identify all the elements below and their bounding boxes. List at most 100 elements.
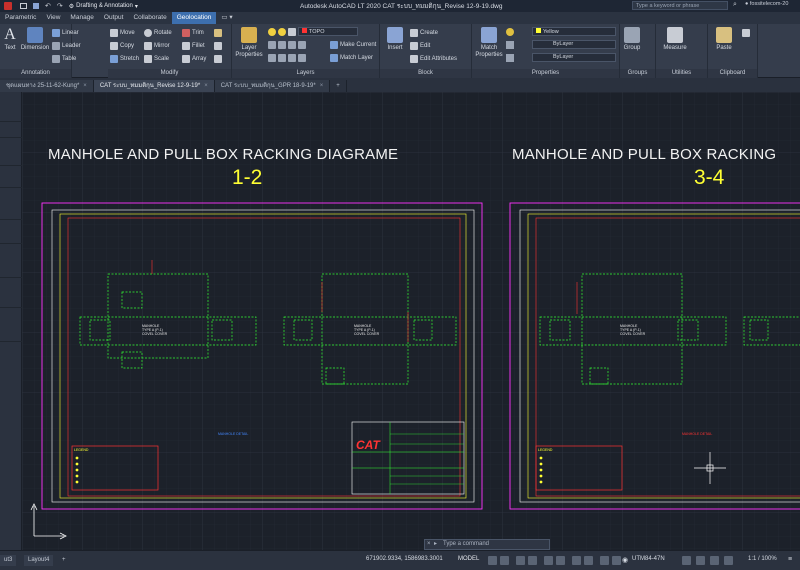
match-layer-button[interactable]: Match Layer [330, 54, 373, 62]
tab-output[interactable]: Output [99, 12, 129, 24]
layer-dropdown[interactable]: TOPO [298, 27, 358, 36]
erase-button[interactable] [214, 29, 222, 37]
create-block-button[interactable]: Create [410, 29, 438, 37]
layer-properties-button[interactable]: Layer Properties [234, 27, 264, 58]
paste-button[interactable]: Paste [712, 27, 736, 52]
command-line[interactable]: × ▸ Type a command [424, 539, 550, 550]
tab-geolocation[interactable]: Geolocation [171, 12, 217, 24]
edit-block-button[interactable]: Edit [410, 42, 430, 50]
palette-item[interactable] [0, 234, 22, 244]
annotation-scale-icon[interactable] [682, 556, 691, 565]
table-button[interactable]: Table [52, 55, 76, 63]
isodraft-toggle-icon[interactable] [544, 556, 553, 565]
isolate-objects-icon[interactable] [710, 556, 719, 565]
geolocation-icon[interactable]: ◉ [622, 556, 628, 564]
search-icon[interactable]: ⌕ [733, 1, 737, 9]
app-icon[interactable] [4, 2, 12, 10]
explode-button[interactable] [214, 42, 222, 50]
coordinates-readout[interactable]: 671902.9334, 1586983.3001 [366, 556, 443, 562]
palette-item[interactable] [0, 332, 22, 342]
command-close-icon[interactable]: × [427, 540, 431, 549]
hardware-acceleration-icon[interactable] [724, 556, 733, 565]
tab-view[interactable]: View [41, 12, 65, 24]
quick-access-open-icon[interactable] [20, 3, 27, 9]
osnap-toggle-icon[interactable] [556, 556, 565, 565]
modify-panel-label[interactable]: Modify [108, 69, 231, 78]
user-account[interactable]: ● fossitelecom-20 [745, 1, 788, 7]
tab-parametric[interactable]: Parametric [0, 12, 41, 24]
palette-item[interactable] [0, 268, 22, 278]
copy-button[interactable]: Copy [110, 42, 134, 50]
layer-state-icons[interactable] [268, 28, 296, 36]
model-space-button[interactable]: MODEL [458, 556, 479, 562]
groups-panel-label[interactable]: Groups [620, 69, 655, 78]
offset-button[interactable] [214, 55, 222, 63]
edit-attributes-button[interactable]: Edit Attributes [410, 55, 457, 63]
clipboard-panel-label[interactable]: Clipboard [708, 69, 757, 78]
make-current-button[interactable]: Make Current [330, 41, 376, 49]
layer-tools-row-2[interactable] [268, 54, 306, 62]
palette-item[interactable] [0, 210, 22, 220]
lineweight-dropdown[interactable]: ByLayer [532, 40, 616, 49]
drawing-canvas[interactable]: MANHOLE AND PULL BOX RACKING DIAGRAME 1-… [22, 92, 800, 550]
dimension-button[interactable]: Dimension [20, 27, 50, 52]
leader-button[interactable]: Leader [52, 42, 81, 50]
palette-item[interactable] [0, 156, 22, 166]
utilities-panel-label[interactable]: Utilities [656, 69, 707, 78]
grid-toggle-icon[interactable] [488, 556, 497, 565]
fillet-button[interactable]: Fillet [182, 42, 205, 50]
close-icon[interactable]: × [83, 83, 87, 89]
quick-access-save-icon[interactable] [33, 3, 39, 9]
linear-button[interactable]: Linear [52, 29, 79, 37]
workspace-switcher[interactable]: ⚙ Drafting & Annotation ▾ [69, 3, 138, 10]
move-button[interactable]: Move [110, 29, 135, 37]
close-icon[interactable]: × [320, 83, 324, 89]
palette-item[interactable] [0, 178, 22, 188]
copy-clip-button[interactable] [742, 29, 750, 37]
rotate-button[interactable]: Rotate [144, 29, 172, 37]
selection-cycling-icon[interactable] [600, 556, 609, 565]
array-button[interactable]: Array [182, 55, 206, 63]
palette-item[interactable] [0, 298, 22, 308]
color-dropdown[interactable]: Yellow [532, 27, 616, 36]
transparency-toggle-icon[interactable] [584, 556, 593, 565]
layout-tab-2[interactable]: Layout4 [24, 555, 54, 566]
palette-item[interactable] [0, 128, 22, 138]
text-button[interactable]: A Text [2, 27, 18, 52]
polar-toggle-icon[interactable] [528, 556, 537, 565]
scale-button[interactable]: Scale [144, 55, 169, 63]
linetype-dropdown[interactable]: ByLayer [532, 53, 616, 62]
close-icon[interactable]: × [204, 83, 208, 89]
tab-collaborate[interactable]: Collaborate [128, 12, 171, 24]
doc-tab-3[interactable]: CAT ระบบ_ทมมติกุน_GPR 18-9-19* × [214, 80, 331, 92]
search-input[interactable]: Type a keyword or phrase [632, 1, 728, 10]
trim-button[interactable]: Trim [182, 29, 204, 37]
doc-tab-1[interactable]: ชุดแผนทาง 25-11-62-Kung* × [0, 80, 94, 92]
block-panel-label[interactable]: Block [380, 69, 471, 78]
stretch-button[interactable]: Stretch [110, 55, 139, 63]
tab-manage[interactable]: Manage [65, 12, 99, 24]
quick-access-redo-icon[interactable]: ↷ [57, 2, 63, 10]
customization-icon[interactable]: ≡ [788, 556, 792, 563]
mirror-button[interactable]: Mirror [144, 42, 170, 50]
quick-access-undo-icon[interactable]: ↶ [45, 2, 51, 10]
layout-tab-1[interactable]: ut3 [0, 555, 17, 566]
ortho-toggle-icon[interactable] [516, 556, 525, 565]
measure-button[interactable]: Measure [660, 27, 690, 52]
coordinate-system-label[interactable]: UTM84-47N [632, 556, 665, 562]
palette-item[interactable] [0, 112, 22, 122]
match-properties-button[interactable]: Match Properties [474, 27, 504, 58]
layers-panel-label[interactable]: Layers [232, 69, 379, 78]
doc-tab-2[interactable]: CAT ระบบ_ทมมติกุน_Revise 12-9-19* × [93, 80, 215, 92]
new-doc-tab-button[interactable]: + [330, 80, 347, 92]
workspace-icon[interactable] [696, 556, 705, 565]
ribbon-minimize-toggle[interactable]: ▭ ▾ [216, 12, 237, 24]
properties-panel-label[interactable]: Properties [472, 69, 619, 78]
lineweight-toggle-icon[interactable] [572, 556, 581, 565]
snap-toggle-icon[interactable] [500, 556, 509, 565]
annotation-panel-label[interactable]: Annotation [0, 69, 71, 78]
insert-button[interactable]: Insert [383, 27, 407, 52]
viewport-scale[interactable]: 1:1 / 100% [748, 556, 777, 562]
layer-tools-row-1[interactable] [268, 41, 306, 49]
group-button[interactable]: Group [622, 27, 642, 52]
